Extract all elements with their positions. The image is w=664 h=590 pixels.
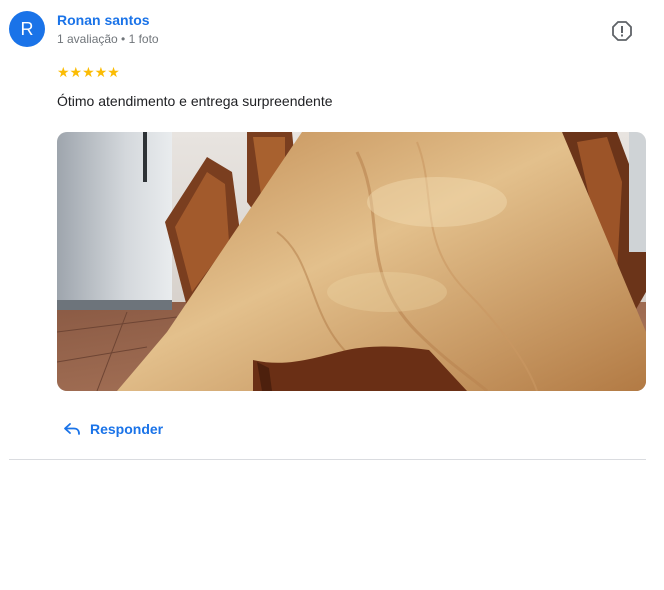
review-photo[interactable] (57, 132, 646, 391)
author-name[interactable]: Ronan santos (57, 12, 150, 28)
divider (9, 459, 646, 460)
author-meta: 1 avaliação • 1 foto (57, 32, 159, 46)
reply-arrow-icon (64, 423, 80, 435)
review-text: Ótimo atendimento e entrega surpreendent… (57, 93, 333, 109)
star-rating: ★★★★★ (57, 64, 120, 80)
reply-label: Responder (90, 421, 164, 437)
report-button[interactable] (611, 20, 633, 42)
avatar[interactable]: R (9, 11, 45, 47)
report-icon (612, 21, 632, 41)
review-card: R Ronan santos 1 avaliação • 1 foto ★★★★… (0, 0, 664, 590)
wooden-dining-table-photo (57, 132, 646, 391)
reply-button[interactable]: Responder (62, 416, 163, 442)
